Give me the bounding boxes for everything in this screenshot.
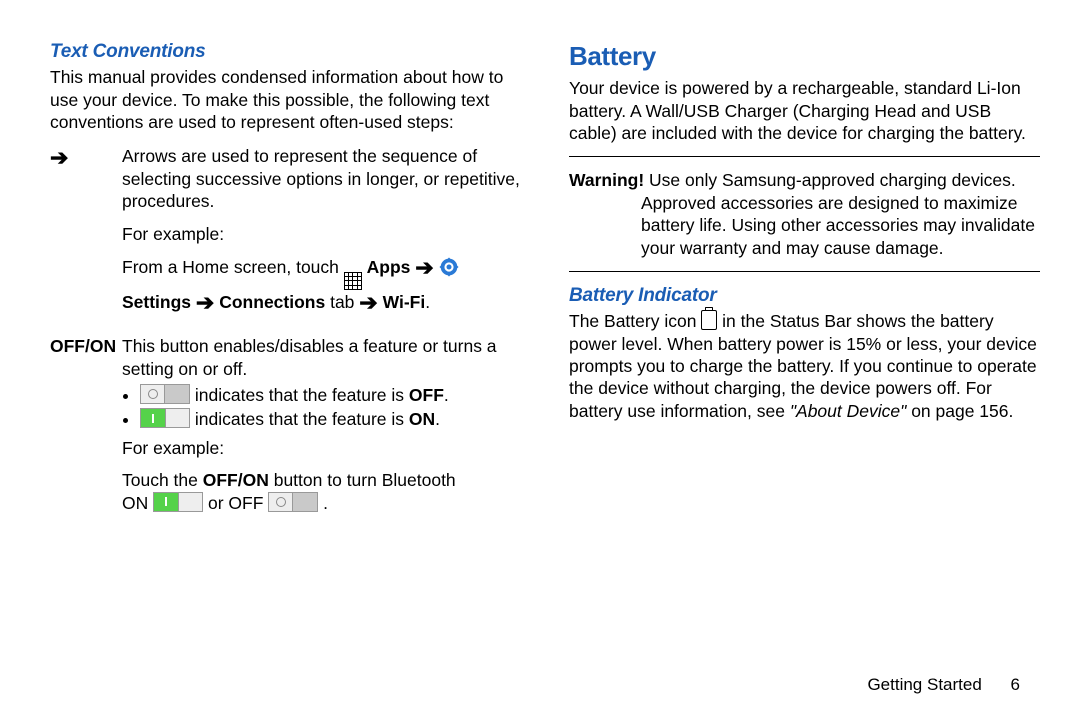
definition-offon: OFF/ON This button enables/disables a fe… bbox=[50, 335, 521, 524]
battery-intro: Your device is powered by a rechargeable… bbox=[569, 77, 1040, 144]
arrow-icon: ➔ bbox=[50, 147, 68, 169]
heading-battery-indicator: Battery Indicator bbox=[569, 284, 1040, 308]
toggle-on-icon bbox=[153, 492, 203, 512]
example-bluetooth: Touch the OFF/ON button to turn Bluetoot… bbox=[122, 469, 521, 514]
toggle-off-icon bbox=[268, 492, 318, 512]
bullet-on: indicates that the feature is ON. bbox=[140, 408, 521, 430]
battery-icon bbox=[701, 310, 717, 330]
warning-label: Warning! bbox=[569, 170, 644, 190]
for-example-1: For example: bbox=[122, 223, 521, 245]
arrow-icon: ➔ bbox=[415, 257, 433, 279]
heading-battery: Battery bbox=[569, 40, 1040, 73]
footer-page-number: 6 bbox=[1011, 675, 1020, 694]
page-footer: Getting Started 6 bbox=[867, 674, 1020, 696]
example-sequence: From a Home screen, touch Apps ➔ Setting… bbox=[122, 255, 521, 313]
bullet-off: indicates that the feature is OFF. bbox=[140, 384, 521, 406]
toggle-off-icon bbox=[140, 384, 190, 404]
apps-grid-icon bbox=[344, 272, 362, 290]
arrow-icon: ➔ bbox=[359, 292, 377, 314]
divider-top bbox=[569, 156, 1040, 157]
settings-gear-icon bbox=[439, 257, 459, 277]
offon-description: This button enables/disables a feature o… bbox=[122, 336, 497, 378]
divider-bottom bbox=[569, 271, 1040, 272]
heading-text-conventions: Text Conventions bbox=[50, 40, 521, 64]
toggle-on-icon bbox=[140, 408, 190, 428]
offon-key: OFF/ON bbox=[50, 335, 122, 524]
for-example-2: For example: bbox=[122, 437, 521, 459]
definition-arrow: ➔ Arrows are used to represent the seque… bbox=[50, 145, 521, 323]
arrow-icon: ➔ bbox=[196, 292, 214, 314]
footer-section: Getting Started bbox=[867, 675, 981, 694]
warning-block: Warning! Use only Samsung-approved charg… bbox=[569, 169, 1040, 259]
battery-indicator-text: The Battery icon in the Status Bar shows… bbox=[569, 310, 1040, 422]
arrow-description: Arrows are used to represent the sequenc… bbox=[122, 145, 521, 212]
intro-text-conventions: This manual provides condensed informati… bbox=[50, 66, 521, 133]
